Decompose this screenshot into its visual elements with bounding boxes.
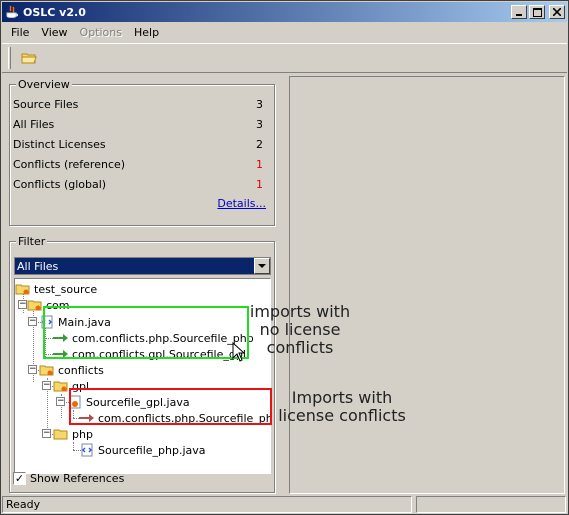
detail-pane [289,76,565,494]
tree-label: php [72,427,93,441]
menu-bar: File View Options Help [2,23,567,42]
annotation-line: no license [259,320,341,339]
tree-node-php[interactable]: php [53,426,93,442]
close-icon [553,8,561,16]
mouse-cursor-icon [232,342,246,362]
package-folder-icon [53,379,69,393]
tree-node-sourcefile-php[interactable]: Sourcefile_php.java [79,442,206,458]
annotation-line: imports with [249,302,351,321]
show-references-toggle[interactable]: ✓ Show References [13,472,124,485]
menu-options[interactable]: Options [74,26,128,39]
filter-panel: Filter All Files − − − − − − test_source… [9,235,275,493]
no-conflict-annotation: imports with no license conflicts [241,303,359,357]
expander-main[interactable]: − [28,317,37,326]
menu-view[interactable]: View [35,26,73,39]
expander-php[interactable]: − [42,429,51,438]
menu-help[interactable]: Help [128,26,165,39]
overview-label: Distinct Licenses [13,137,106,151]
chevron-down-icon[interactable] [254,258,270,274]
maximize-button[interactable] [529,5,545,19]
package-folder-icon [39,363,55,377]
overview-value: 3 [256,117,263,131]
overview-legend: Overview [16,78,72,91]
expander-com[interactable]: − [18,300,27,309]
filter-selected-value: All Files [17,259,59,273]
overview-row-all-files: All Files 3 [13,115,267,133]
expander-gpl[interactable]: − [42,381,51,390]
annotation-line: conflicts [266,338,334,357]
close-button[interactable] [549,5,565,19]
left-pane: Overview Source Files 3 All Files 3 Dist… [5,76,285,494]
filter-select[interactable]: All Files [14,257,271,275]
expander-conflicts[interactable]: − [28,365,37,374]
annotation-line: license conflicts [278,406,406,425]
menu-file[interactable]: File [5,26,35,39]
overview-row-distinct-licenses: Distinct Licenses 2 [13,135,267,153]
overview-label: Conflicts (reference) [13,157,126,171]
conflict-highlight-box [69,388,272,425]
tree-label: test_source [34,282,98,296]
conflict-annotation: Imports with license conflicts [273,389,411,425]
status-text: Ready [2,496,412,513]
tree-node-root[interactable]: test_source [15,281,97,297]
no-conflict-highlight-box [43,306,249,359]
toolbar-grip[interactable] [8,47,11,69]
overview-row-conflicts-global: Conflicts (global) 1 [13,175,267,193]
overview-value: 2 [256,137,263,151]
window-title: OSLC v2.0 [23,5,86,19]
overview-value: 3 [256,97,263,111]
overview-value: 1 [256,177,263,191]
overview-panel: Overview Source Files 3 All Files 3 Dist… [9,78,275,226]
minimize-icon [516,14,522,16]
java-file-icon [79,443,95,457]
open-button[interactable] [17,47,41,69]
tree-label: conflicts [58,363,104,377]
tree-node-conflicts[interactable]: conflicts [39,362,104,378]
package-folder-icon [27,298,43,312]
annotation-line: Imports with [291,388,393,407]
overview-row-source-files: Source Files 3 [13,95,267,113]
tree-label: Sourcefile_php.java [98,443,206,457]
status-bar: Ready [2,495,567,514]
overview-label: Source Files [13,97,79,111]
expander-sourcefile-gpl[interactable]: − [56,397,65,406]
app-window: OSLC v2.0 File View Options Help Overvie… [0,0,569,515]
minimize-button[interactable] [511,5,527,19]
status-cell-secondary [416,496,566,513]
filter-legend: Filter [16,235,48,248]
overview-label: All Files [13,117,55,131]
java-app-icon [5,5,19,19]
maximize-icon [532,7,542,17]
package-folder-icon [15,282,31,296]
show-references-label: Show References [30,472,125,485]
toolbar [2,43,567,73]
overview-value: 1 [256,157,263,171]
title-bar[interactable]: OSLC v2.0 [2,2,567,22]
folder-icon [21,53,37,64]
overview-label: Conflicts (global) [13,177,107,191]
details-link[interactable]: Details... [217,197,266,210]
folder-icon [53,427,69,441]
overview-row-conflicts-reference: Conflicts (reference) 1 [13,155,267,173]
show-references-checkbox[interactable]: ✓ [13,472,26,485]
